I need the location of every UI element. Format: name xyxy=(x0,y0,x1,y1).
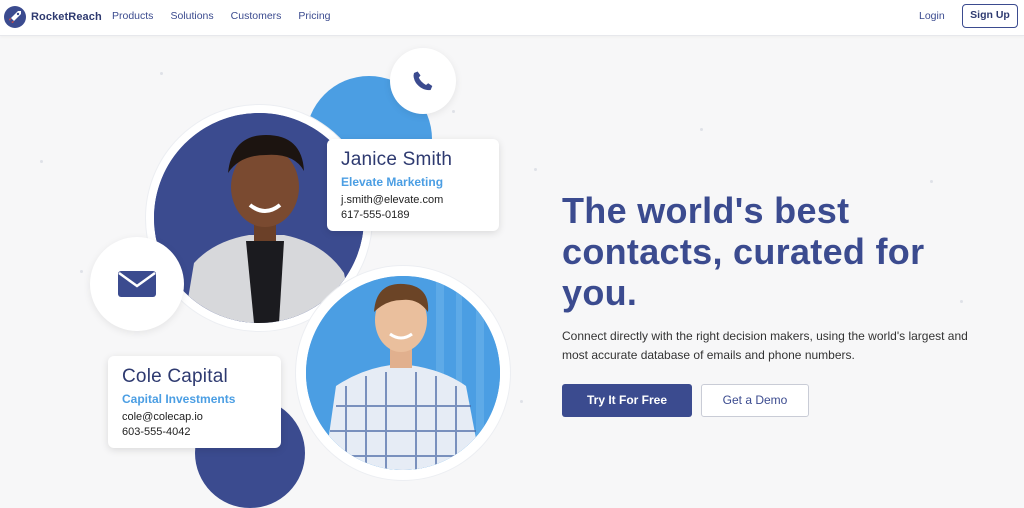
nav-pricing[interactable]: Pricing xyxy=(298,10,330,22)
decor-dot xyxy=(40,160,43,163)
contact-phone: 603-555-4042 xyxy=(122,426,191,438)
envelope-icon xyxy=(118,271,156,297)
logo[interactable]: RocketReach xyxy=(4,6,102,28)
decor-dot xyxy=(160,72,163,75)
contact-company: Elevate Marketing xyxy=(341,175,444,189)
contact-phone: 617-555-0189 xyxy=(341,209,410,221)
nav-solutions[interactable]: Solutions xyxy=(170,10,213,22)
contact-email: j.smith@elevate.com xyxy=(341,194,444,206)
decor-dot xyxy=(930,180,933,183)
top-nav: RocketReach Products Solutions Customers… xyxy=(0,0,1024,36)
contact-name: Janice Smith xyxy=(341,149,453,170)
nav-links: Products Solutions Customers Pricing xyxy=(112,10,348,22)
contact-name: Cole Capital xyxy=(122,366,228,387)
nav-customers[interactable]: Customers xyxy=(231,10,282,22)
phone-icon xyxy=(413,71,433,91)
try-it-free-button[interactable]: Try It For Free xyxy=(562,384,692,417)
login-link[interactable]: Login xyxy=(919,10,945,22)
hero-subtitle: Connect directly with the right decision… xyxy=(562,329,968,362)
contact-company: Capital Investments xyxy=(122,392,236,406)
decor-dot xyxy=(520,400,523,403)
nav-products[interactable]: Products xyxy=(112,10,153,22)
decor-dot xyxy=(452,110,455,113)
contact-card-janice: Janice Smith Elevate Marketing j.smith@e… xyxy=(327,139,499,231)
signup-button[interactable]: Sign Up xyxy=(962,4,1018,28)
decor-dot xyxy=(700,128,703,131)
contact-email: cole@colecap.io xyxy=(122,411,203,423)
envelope-icon-circle xyxy=(90,237,184,331)
cole-photo xyxy=(306,276,500,470)
contact-card-cole: Cole Capital Capital Investments cole@co… xyxy=(108,356,281,448)
cole-photo-ring xyxy=(296,266,510,480)
get-a-demo-button[interactable]: Get a Demo xyxy=(701,384,809,417)
decor-dot xyxy=(80,270,83,273)
phone-icon-circle xyxy=(390,48,456,114)
brand-name: RocketReach xyxy=(31,11,102,23)
rocket-icon xyxy=(4,6,26,28)
decor-dot xyxy=(534,168,537,171)
hero-title: The world's best contacts, curated for y… xyxy=(562,190,925,313)
